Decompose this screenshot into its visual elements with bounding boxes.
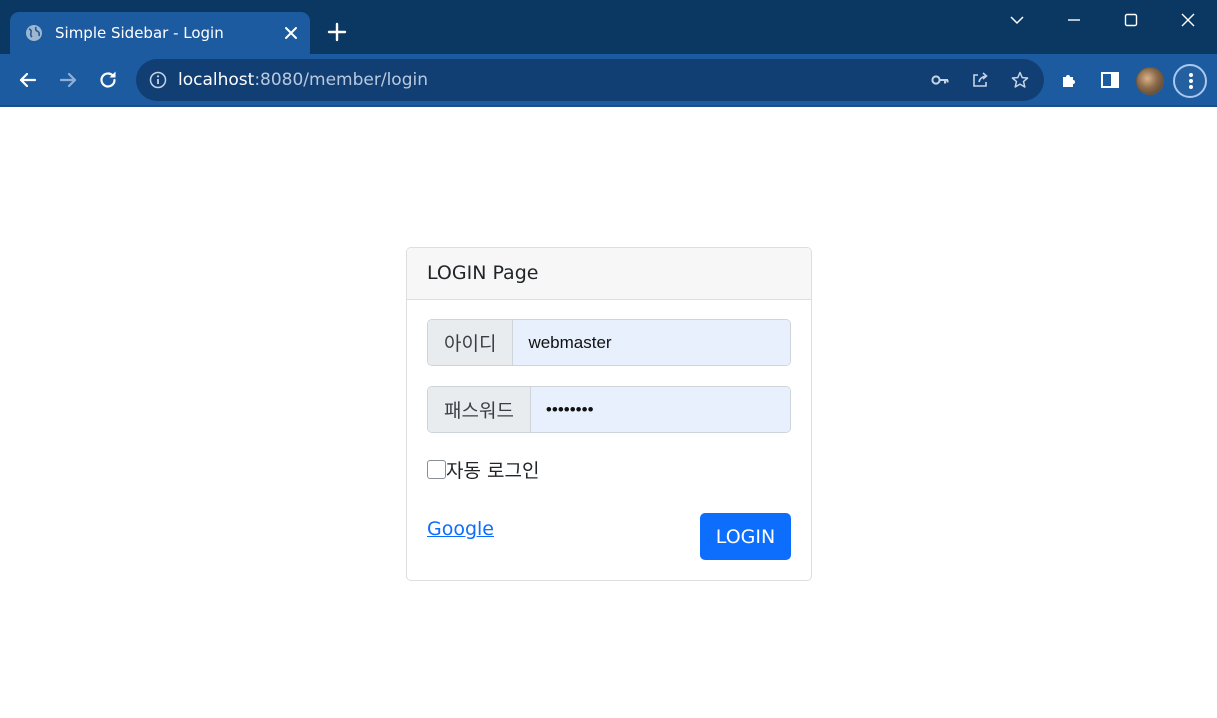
bookmark-star-icon[interactable] [1010,70,1030,90]
login-button[interactable]: LOGIN [700,513,791,560]
minimize-button[interactable] [1063,9,1085,31]
extensions-icon[interactable] [1058,68,1082,92]
profile-avatar[interactable] [1136,67,1164,95]
share-icon[interactable] [970,70,990,90]
url-path: :8080/member/login [254,70,428,90]
globe-icon [26,25,42,41]
password-group: 패스워드 [427,386,791,433]
password-input[interactable] [530,387,790,432]
browser-menu-button[interactable] [1173,64,1207,98]
reload-button[interactable] [96,68,120,92]
browser-titlebar: Simple Sidebar - Login [0,0,1217,54]
address-bar[interactable]: localhost:8080/member/login [136,59,1044,101]
url-host: localhost [178,70,255,90]
username-group: 아이디 [427,319,791,366]
remember-label: 자동 로그인 [446,460,540,482]
maximize-button[interactable] [1120,9,1142,31]
new-tab-button[interactable] [326,21,348,43]
back-button[interactable] [16,68,40,92]
login-card: LOGIN Page 아이디 패스워드 자동 로그인 Google LOGIN [406,247,812,581]
username-label: 아이디 [428,320,514,365]
tab-title: Simple Sidebar - Login [55,24,224,42]
menu-dot [1189,85,1193,89]
browser-toolbar: localhost:8080/member/login [0,54,1217,107]
password-label: 패스워드 [428,387,531,432]
remember-me[interactable]: 자동 로그인 [427,456,539,483]
tab-search-icon[interactable] [1006,9,1028,31]
forward-button[interactable] [56,68,80,92]
close-tab-icon[interactable] [282,24,300,42]
menu-dot [1189,79,1193,83]
google-link[interactable]: Google [427,518,494,540]
close-window-button[interactable] [1177,9,1199,31]
browser-tab[interactable]: Simple Sidebar - Login [10,12,310,54]
remember-checkbox[interactable] [427,460,446,479]
side-panel-icon[interactable] [1098,68,1122,92]
username-input[interactable] [513,320,790,365]
menu-dot [1189,73,1193,77]
card-header: LOGIN Page [407,248,811,300]
site-info-icon[interactable] [149,71,167,89]
key-icon[interactable] [930,70,950,90]
url-text[interactable]: localhost:8080/member/login [178,70,428,90]
